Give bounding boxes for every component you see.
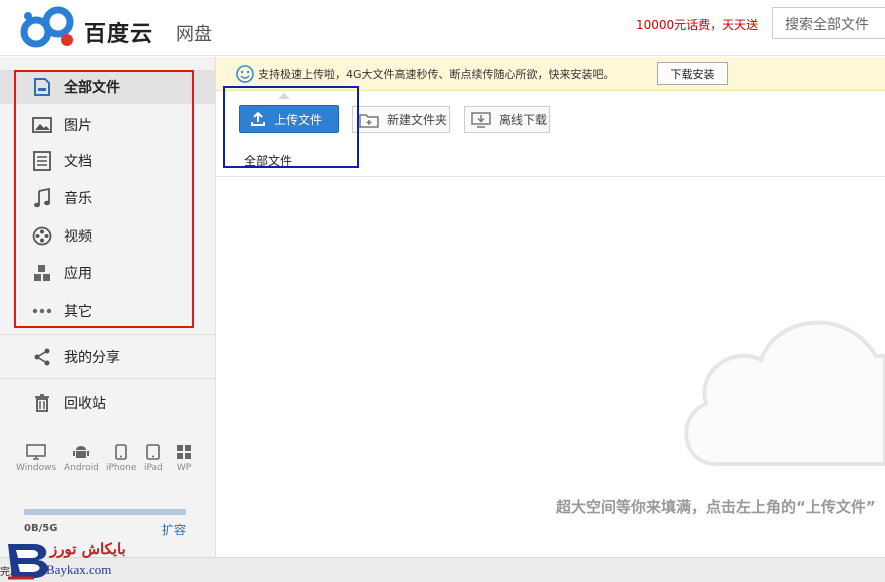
tablet-icon bbox=[146, 444, 161, 460]
device-label: iPhone bbox=[106, 463, 137, 473]
music-icon bbox=[32, 188, 52, 208]
sidebar-divider bbox=[0, 334, 216, 335]
trash-icon bbox=[32, 393, 52, 413]
device-windows[interactable]: Windows bbox=[16, 444, 56, 473]
upload-file-button[interactable]: 上传文件 bbox=[239, 105, 339, 133]
empty-state-text: 超大空间等你来填满，点击左上角的“上传文件” bbox=[556, 498, 876, 516]
sidebar-item-label: 其它 bbox=[64, 304, 92, 320]
expand-storage-link[interactable]: 扩容 bbox=[162, 521, 186, 538]
document-icon bbox=[32, 77, 52, 97]
device-label: Android bbox=[64, 463, 99, 473]
watermark-url: Baykax.com bbox=[46, 562, 112, 577]
storage-usage-text: 0B/5G bbox=[24, 523, 58, 534]
sidebar-item-videos[interactable]: 视频 bbox=[0, 219, 216, 253]
device-label: Windows bbox=[16, 463, 57, 473]
sidebar-item-label: 我的分享 bbox=[64, 350, 120, 366]
sidebar-item-label: 图片 bbox=[64, 118, 92, 134]
sidebar-item-label: 视频 bbox=[64, 229, 92, 245]
sidebar-item-recycle-bin[interactable]: 回收站 bbox=[0, 386, 216, 420]
app-blocks-icon bbox=[32, 263, 52, 283]
device-label: WP bbox=[176, 463, 192, 473]
windows-logo-icon bbox=[177, 445, 191, 459]
sidebar-item-label: 应用 bbox=[64, 266, 92, 282]
storage-usage-bar bbox=[24, 509, 186, 515]
upload-arrow-icon bbox=[251, 111, 265, 126]
sidebar-item-my-share[interactable]: 我的分享 bbox=[0, 340, 216, 374]
brand-name: 百度云 bbox=[84, 22, 154, 47]
device-android[interactable]: Android bbox=[64, 444, 99, 473]
sidebar-item-images[interactable]: 图片 bbox=[0, 108, 216, 142]
watermark-brand: بايكاش تورز bbox=[50, 540, 126, 558]
new-folder-label: 新建文件夹 bbox=[387, 113, 448, 127]
cloud-icon bbox=[684, 320, 885, 466]
brand-subtitle: 网盘 bbox=[176, 24, 212, 45]
android-icon bbox=[73, 446, 90, 458]
sidebar-item-all-files[interactable]: 全部文件 bbox=[0, 70, 216, 104]
new-folder-button[interactable]: 新建文件夹 bbox=[352, 106, 450, 133]
sidebar-item-label: 全部文件 bbox=[64, 80, 120, 96]
upload-file-label: 上传文件 bbox=[274, 112, 323, 127]
baidu-cloud-logo-icon[interactable] bbox=[20, 6, 80, 50]
sidebar-item-other[interactable]: 其它 bbox=[0, 294, 216, 328]
monitor-icon bbox=[26, 444, 46, 460]
download-install-button[interactable]: 下载安装 bbox=[657, 62, 728, 85]
sidebar-item-label: 文档 bbox=[64, 154, 92, 170]
image-icon bbox=[32, 115, 52, 135]
offline-download-label: 离线下载 bbox=[499, 113, 548, 127]
film-reel-icon bbox=[32, 226, 52, 246]
content-divider bbox=[216, 176, 885, 177]
sidebar-item-label: 回收站 bbox=[64, 396, 106, 412]
header: 百度云 网盘 10000元话费，天天送 搜索全部文件 bbox=[0, 0, 885, 56]
device-ipad[interactable]: iPad bbox=[144, 444, 163, 473]
device-wp[interactable]: WP bbox=[176, 444, 192, 473]
sidebar-item-label: 音乐 bbox=[64, 191, 92, 207]
device-label: iPad bbox=[144, 463, 163, 473]
more-dots-icon bbox=[32, 301, 52, 321]
sidebar-item-documents[interactable]: 文档 bbox=[0, 144, 216, 178]
search-input[interactable]: 搜索全部文件 bbox=[772, 7, 885, 39]
device-iphone[interactable]: iPhone bbox=[106, 444, 136, 473]
notice-text: 支持极速上传啦，4G大文件高速秒传、断点续传随心所欲，快来安装吧。 bbox=[258, 68, 615, 81]
offline-download-icon bbox=[471, 111, 491, 128]
dropdown-caret bbox=[278, 93, 290, 99]
share-icon bbox=[32, 347, 52, 367]
sidebar-item-apps[interactable]: 应用 bbox=[0, 256, 216, 290]
promo-link[interactable]: 10000元话费，天天送 bbox=[636, 16, 758, 33]
smiley-icon bbox=[236, 65, 254, 83]
breadcrumb[interactable]: 全部文件 bbox=[244, 152, 292, 169]
sidebar-divider bbox=[0, 378, 216, 379]
sidebar-item-music[interactable]: 音乐 bbox=[0, 181, 216, 215]
offline-download-button[interactable]: 离线下载 bbox=[464, 106, 550, 133]
device-clients: Windows Android iPhone iPad WP bbox=[16, 444, 206, 484]
doc-list-icon bbox=[32, 151, 52, 171]
new-folder-icon bbox=[359, 113, 379, 128]
phone-icon bbox=[115, 444, 127, 460]
